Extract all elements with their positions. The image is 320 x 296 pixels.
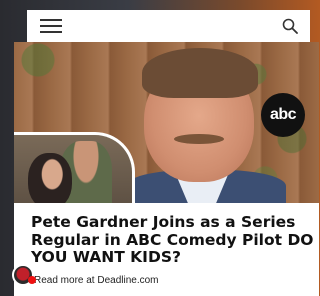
inset-scene-photo [14,132,135,203]
read-more-link[interactable]: Read more at Deadline.com [34,275,159,286]
notification-badge [28,276,36,284]
hamburger-menu-icon[interactable] [40,19,62,33]
actor-mustache [174,134,224,144]
actor-hair [142,48,258,98]
article-headline[interactable]: Pete Gardner Joins as a Series Regular i… [31,213,315,267]
top-bar [27,10,310,42]
abc-logo: abc [261,93,305,137]
article-hero-image[interactable]: abc [14,42,319,203]
search-icon[interactable] [282,18,298,34]
foliage-decoration [14,42,74,102]
article-card[interactable]: abc Pete Gardner Joins as a Series Regul… [14,42,319,296]
inset-woman-figure [28,153,72,203]
